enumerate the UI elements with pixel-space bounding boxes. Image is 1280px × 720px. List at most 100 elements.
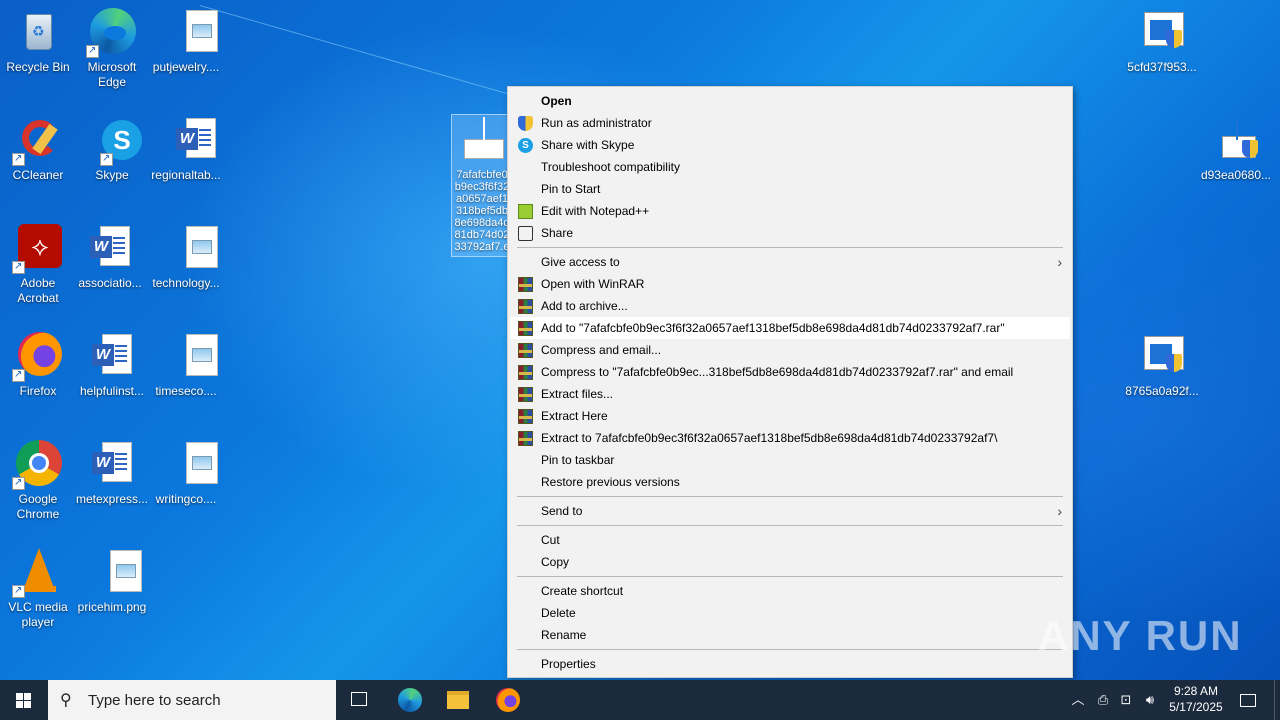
desktop-icon-label: 5cfd37f953... [1127,60,1197,74]
shortcut-arrow-icon [12,583,25,598]
start-button[interactable] [0,680,48,720]
desktop-icon-d93ea0680[interactable]: d93ea0680... [1198,116,1274,183]
desktop-icon-microsoft-edge[interactable]: Microsoft Edge [74,8,150,90]
uac-shield-icon [518,116,533,131]
submenu-arrow-icon: › [1057,503,1062,519]
tray-device-icon[interactable]: ⎙ [1094,680,1112,720]
desktop-icon-putjewelry[interactable]: putjewelry.... [148,8,224,75]
menu-item-label: Copy [541,555,570,569]
shortcut-arrow-icon [12,259,25,274]
desktop-icon-writingco[interactable]: writingco.... [148,440,224,507]
menu-item-delete[interactable]: Delete [508,602,1072,624]
menu-item-open-with-winrar[interactable]: Open with WinRAR [508,273,1072,295]
desktop-icon-technology[interactable]: technology... [148,224,224,291]
menu-item-label: Troubleshoot compatibility [541,160,680,174]
menu-item-send-to[interactable]: Send to › [508,500,1072,522]
menu-item-pin-to-taskbar[interactable]: Pin to taskbar [508,449,1072,471]
menu-item-label: Restore previous versions [541,475,680,489]
menu-item-label: Edit with Notepad++ [541,204,650,218]
menu-item-label: Pin to Start [541,182,601,196]
menu-item-edit-with-notepadpp[interactable]: Edit with Notepad++ [508,200,1072,222]
menu-item-rename[interactable]: Rename [508,624,1072,646]
task-view-button[interactable] [336,680,384,720]
recycle-bin-icon: ♻ [14,8,62,56]
show-desktop-button[interactable] [1274,680,1280,720]
menu-item-cut[interactable]: Cut [508,529,1072,551]
taskbar-clock[interactable]: 9:28 AM 5/17/2025 [1162,683,1230,715]
menu-item-extract-files[interactable]: Extract files... [508,383,1072,405]
menu-item-copy[interactable]: Copy [508,551,1072,573]
desktop-icon-label: Skype [95,168,129,182]
menu-item-give-access-to[interactable]: Give access to › [508,251,1072,273]
menu-item-compress-and-email[interactable]: Compress and email... [508,339,1072,361]
clock-time: 9:28 AM [1173,684,1219,698]
share-icon [518,226,533,241]
menu-item-label: Properties [541,657,596,671]
shortcut-arrow-icon [12,367,25,382]
windows-logo-icon [16,693,31,708]
menu-item-share[interactable]: Share [508,222,1072,244]
menu-item-label: Extract to 7afafcbfe0b9ec3f6f32a0657aef1… [541,431,998,445]
menu-item-label: Run as administrator [541,116,652,130]
menu-item-restore-previous-versions[interactable]: Restore previous versions [508,471,1072,493]
desktop-icon-pricehim[interactable]: pricehim.png [74,548,150,615]
menu-item-label: Add to archive... [541,299,628,313]
desktop-icon-5cfd37f953[interactable]: 5cfd37f953... [1124,8,1200,75]
menu-item-open[interactable]: Open [508,90,1072,112]
menu-item-pin-to-start[interactable]: Pin to Start [508,178,1072,200]
desktop-icon-vlc[interactable]: VLC media player [0,548,76,630]
task-view-icon [351,692,367,706]
vlc-icon [12,548,62,598]
menu-item-create-shortcut[interactable]: Create shortcut [508,580,1072,602]
winrar-icon [518,365,533,380]
tray-overflow-chevron-icon[interactable]: ︿ [1068,680,1088,720]
desktop-icon-firefox[interactable]: Firefox [0,332,76,399]
wallpaper-light-ray [199,5,518,97]
desktop-icon-label: technology... [152,276,220,290]
search-icon: ⚲ [60,692,72,709]
desktop-icon-label: helpfulinst... [79,384,145,398]
desktop-icon-timeseco[interactable]: timeseco.... [148,332,224,399]
desktop-icon-label: Google Chrome [16,492,60,521]
folder-icon [447,691,469,709]
menu-item-label: Cut [541,533,560,547]
desktop-icon-google-chrome[interactable]: Google Chrome [0,440,76,522]
taskbar-file-explorer-button[interactable] [434,680,482,720]
desktop-icon-label: CCleaner [12,168,64,182]
desktop-icon-metexpress[interactable]: W metexpress... [74,440,150,507]
menu-item-run-as-administrator[interactable]: Run as administrator [508,112,1072,134]
menu-item-add-to-archive[interactable]: Add to archive... [508,295,1072,317]
desktop-icon-associatio[interactable]: W associatio... [72,224,148,291]
desktop-icon-label: Recycle Bin [6,60,70,74]
desktop-icon-label: timeseco.... [155,384,217,398]
menu-item-share-with-skype[interactable]: S Share with Skype [508,134,1072,156]
menu-item-add-to-rar[interactable]: Add to "7afafcbfe0b9ec3f6f32a0657aef1318… [510,317,1070,339]
taskbar-edge-button[interactable] [386,680,434,720]
selected-file-label: 7afafcbfe0b9ec3f6f32a0657aef1318bef5db8e… [454,169,510,256]
search-placeholder: Type here to search [88,692,221,709]
menu-item-compress-to-rar-and-email[interactable]: Compress to "7afafcbfe0b9ec...318bef5db8… [508,361,1072,383]
desktop-icon-adobe-acrobat[interactable]: ⟡ Adobe Acrobat [0,224,76,306]
desktop-icon-ccleaner[interactable]: CCleaner [0,116,76,183]
desktop-icon-skype[interactable]: S Skype [74,116,150,183]
selected-exe-file[interactable]: 7afafcbfe0b9ec3f6f32a0657aef1318bef5db8e… [451,114,513,257]
network-icon[interactable]: ⊡ [1116,680,1136,720]
desktop-icon-recycle-bin[interactable]: ♻ Recycle Bin [0,8,76,75]
desktop-icon-8765a0a92f[interactable]: 8765a0a92f... [1124,332,1200,399]
desktop-icon-regionaltab[interactable]: W regionaltab... [148,116,224,183]
taskbar-firefox-button[interactable] [484,680,532,720]
menu-item-troubleshoot-compatibility[interactable]: Troubleshoot compatibility [508,156,1072,178]
menu-item-extract-to-folder[interactable]: Extract to 7afafcbfe0b9ec3f6f32a0657aef1… [508,427,1072,449]
edge-icon [86,8,136,58]
word-doc-icon: W [88,440,136,488]
desktop-icon-helpfulinst[interactable]: W helpfulinst... [74,332,150,399]
desktop-icon-label: 8765a0a92f... [1125,384,1199,398]
menu-item-properties[interactable]: Properties [508,653,1072,675]
menu-separator [508,522,1072,529]
menu-item-extract-here[interactable]: Extract Here [508,405,1072,427]
action-center-button[interactable] [1234,680,1262,720]
skype-icon: S [518,138,533,153]
volume-icon[interactable]: 🔊︎ [1140,680,1160,720]
taskbar-search-box[interactable]: ⚲ Type here to search [48,680,336,720]
winrar-icon [518,299,533,314]
